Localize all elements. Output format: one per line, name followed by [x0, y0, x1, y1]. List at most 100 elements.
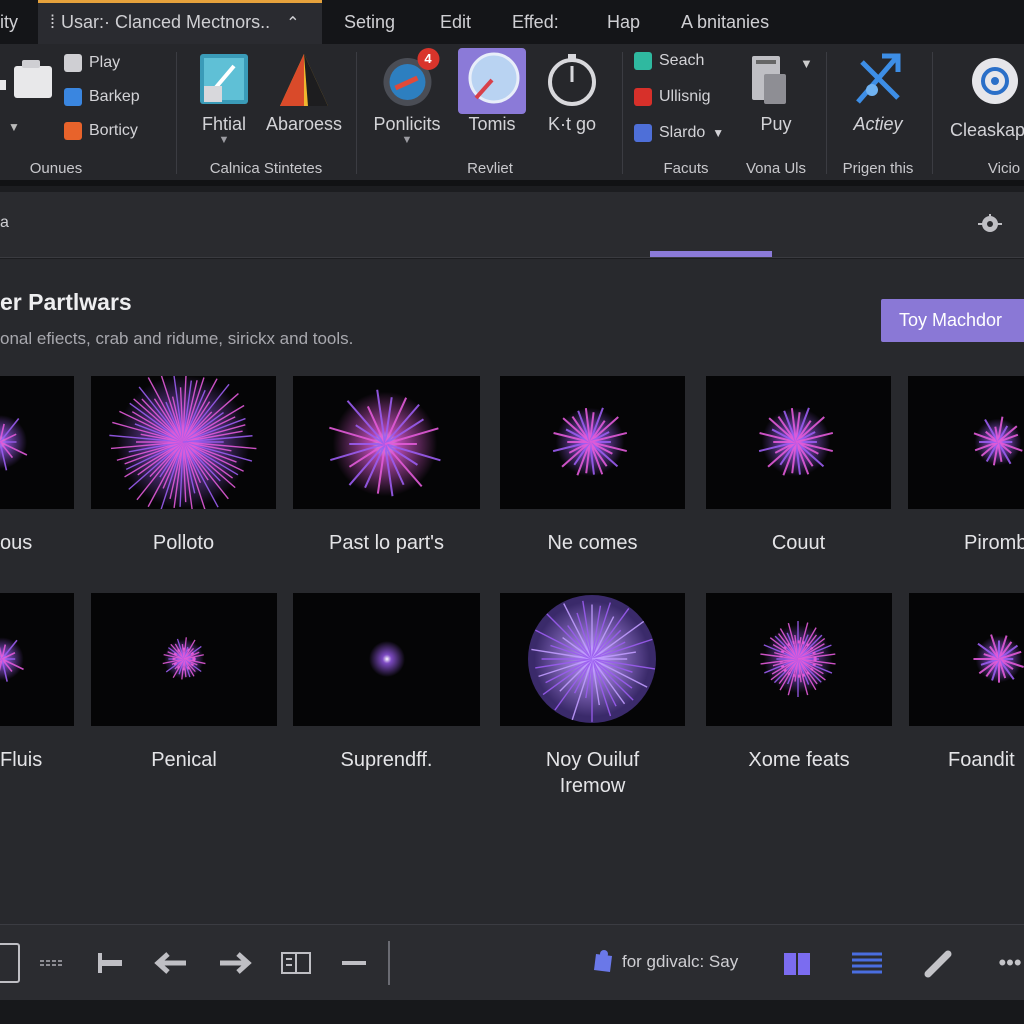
- frame-icon[interactable]: [0, 943, 20, 983]
- arrow-icon: [64, 88, 82, 106]
- cleaskap-label[interactable]: Cleaskap: [950, 120, 1024, 141]
- dropdown-arrow-icon: ▼: [218, 134, 230, 146]
- play-button[interactable]: Play: [64, 54, 120, 72]
- drag-handle-icon: ⁞: [50, 12, 56, 32]
- tile-label: Foandit: [948, 749, 1015, 771]
- actiey-label: Actiey: [853, 114, 903, 134]
- pencil-icon[interactable]: [922, 949, 956, 978]
- ullisnig-button[interactable]: Ullisnig: [634, 88, 711, 106]
- ribbon-group-label: Ounues: [29, 160, 83, 177]
- more-options-icon[interactable]: •••: [996, 949, 1024, 977]
- arrow-right-icon[interactable]: [218, 949, 254, 977]
- ktgo-label: K·t go: [547, 114, 597, 134]
- arrow-up-icon: [634, 52, 652, 70]
- particle-tile-10[interactable]: [500, 593, 685, 726]
- ribbon-separator: [622, 52, 623, 174]
- ribbon-group-label: Calnica Stintetes: [209, 160, 323, 177]
- poniicits-label: Ponlicits: [373, 114, 441, 134]
- puy-button[interactable]: Puy: [750, 52, 802, 135]
- tab-seting[interactable]: Seting: [344, 0, 395, 44]
- ribbon-separator: [356, 52, 357, 174]
- particle-tile-7[interactable]: [0, 593, 74, 726]
- particle-tile-4[interactable]: [500, 376, 685, 509]
- top-tab-bar: ity ⁞ Usar:· Clanced Mectnors.. ⌃ Seting E…: [0, 0, 1024, 44]
- chevron-down-icon[interactable]: ▼: [800, 56, 813, 71]
- fhtial-label: Fhtial: [201, 114, 246, 134]
- shape-icon: [634, 124, 652, 142]
- particle-tile-2[interactable]: [91, 376, 276, 509]
- notification-badge: 4: [417, 48, 439, 70]
- globe-icon[interactable]: [970, 56, 1020, 106]
- stardo-button[interactable]: Slardo ▼: [634, 124, 724, 142]
- arrow-left-icon[interactable]: [152, 949, 188, 977]
- dash-icon[interactable]: [38, 949, 66, 977]
- tile-label: Xome feats: [748, 749, 850, 771]
- puy-label: Puy: [760, 114, 792, 134]
- abaroess-button[interactable]: Abaroess: [266, 52, 342, 135]
- barkep-button[interactable]: Barkep: [64, 88, 140, 106]
- tile-label: Couut: [771, 532, 826, 554]
- magnifier-icon: [458, 48, 526, 114]
- borticy-label: Borticy: [89, 122, 138, 139]
- section-description: onal efiects, crab and ridume, sirickx a…: [0, 329, 354, 348]
- minus-icon[interactable]: [340, 949, 368, 977]
- chevron-up-icon[interactable]: ⌃: [286, 5, 299, 43]
- align-left-icon[interactable]: [96, 949, 126, 977]
- ribbon-separator: [176, 52, 177, 174]
- particle-tile-6[interactable]: [908, 376, 1024, 509]
- tab-label: Seting: [344, 12, 396, 32]
- abaroess-label: Abaroess: [265, 114, 343, 134]
- tab-abnitanies[interactable]: A bnitanies: [681, 0, 769, 44]
- tile-label: Suprendff.: [340, 749, 433, 771]
- tomis-label: Tomis: [468, 114, 516, 134]
- particle-tile-8[interactable]: [91, 593, 277, 726]
- tab-effed[interactable]: Effed:: [512, 0, 559, 44]
- section-title: er Partlwars: [0, 289, 132, 315]
- seach-label: Seach: [659, 52, 705, 69]
- borticy-button[interactable]: Borticy: [64, 122, 138, 140]
- tab-hap[interactable]: Hap: [607, 0, 640, 44]
- tab-label: Edit: [440, 12, 472, 32]
- particle-tile-11[interactable]: [706, 593, 892, 726]
- stopwatch-icon: [546, 52, 598, 108]
- tab-label: Usar:· Clanced Mectnors..: [61, 12, 271, 32]
- ribbon-group-label: Vona Uls: [745, 160, 807, 177]
- particle-tile-1[interactable]: [0, 376, 74, 509]
- tomis-button[interactable]: Tomis: [458, 48, 526, 135]
- tile-label: Past lo part's: [329, 532, 444, 554]
- tab-active-document[interactable]: ⁞ Usar:· Clanced Mectnors.. ⌃: [38, 0, 322, 44]
- actiey-button[interactable]: Actiey: [852, 52, 904, 135]
- particle-tile-5[interactable]: [706, 376, 891, 509]
- folder-icon[interactable]: [0, 58, 52, 102]
- panel-header-edge: a: [0, 214, 9, 231]
- settings-icon[interactable]: [976, 212, 1004, 236]
- poniicits-button[interactable]: 4 Ponlicits ▼: [373, 48, 441, 146]
- toy-machdor-button[interactable]: Toy Machdor: [881, 299, 1024, 342]
- seach-button[interactable]: Seach: [634, 52, 704, 70]
- particle-tile-12[interactable]: [909, 593, 1024, 726]
- tile-label: Noy Ouiluf Iremow: [545, 749, 640, 797]
- ullisnig-label: Ullisnig: [659, 88, 711, 105]
- active-tab-indicator: [650, 251, 772, 257]
- particle-tile-9[interactable]: [293, 593, 480, 726]
- toolbar-divider: [388, 941, 390, 985]
- stardo-label: Slardo: [659, 124, 706, 141]
- tab-edit[interactable]: Edit: [440, 0, 471, 44]
- dropdown-arrow-icon: ▼: [401, 134, 413, 146]
- book-icon[interactable]: [782, 949, 812, 977]
- fhtial-button[interactable]: Fhtial ▼: [198, 52, 250, 146]
- ktgo-button[interactable]: K·t go: [546, 52, 598, 135]
- chevron-down-icon: ▼: [712, 126, 725, 140]
- gauge-icon: 4: [381, 48, 439, 108]
- barkep-label: Barkep: [89, 88, 140, 105]
- list-icon[interactable]: [850, 949, 884, 977]
- frames-icon[interactable]: [280, 949, 312, 977]
- tab-ity[interactable]: ity: [0, 0, 18, 44]
- particle-tile-3[interactable]: [293, 376, 480, 509]
- puzzle-icon[interactable]: [592, 949, 616, 977]
- pyramid-icon: [278, 52, 330, 108]
- tab-label: Hap: [607, 12, 641, 32]
- chevron-down-icon[interactable]: ▼: [8, 120, 20, 134]
- tile-label: Penical: [151, 749, 217, 771]
- tile-label: ous: [0, 532, 33, 554]
